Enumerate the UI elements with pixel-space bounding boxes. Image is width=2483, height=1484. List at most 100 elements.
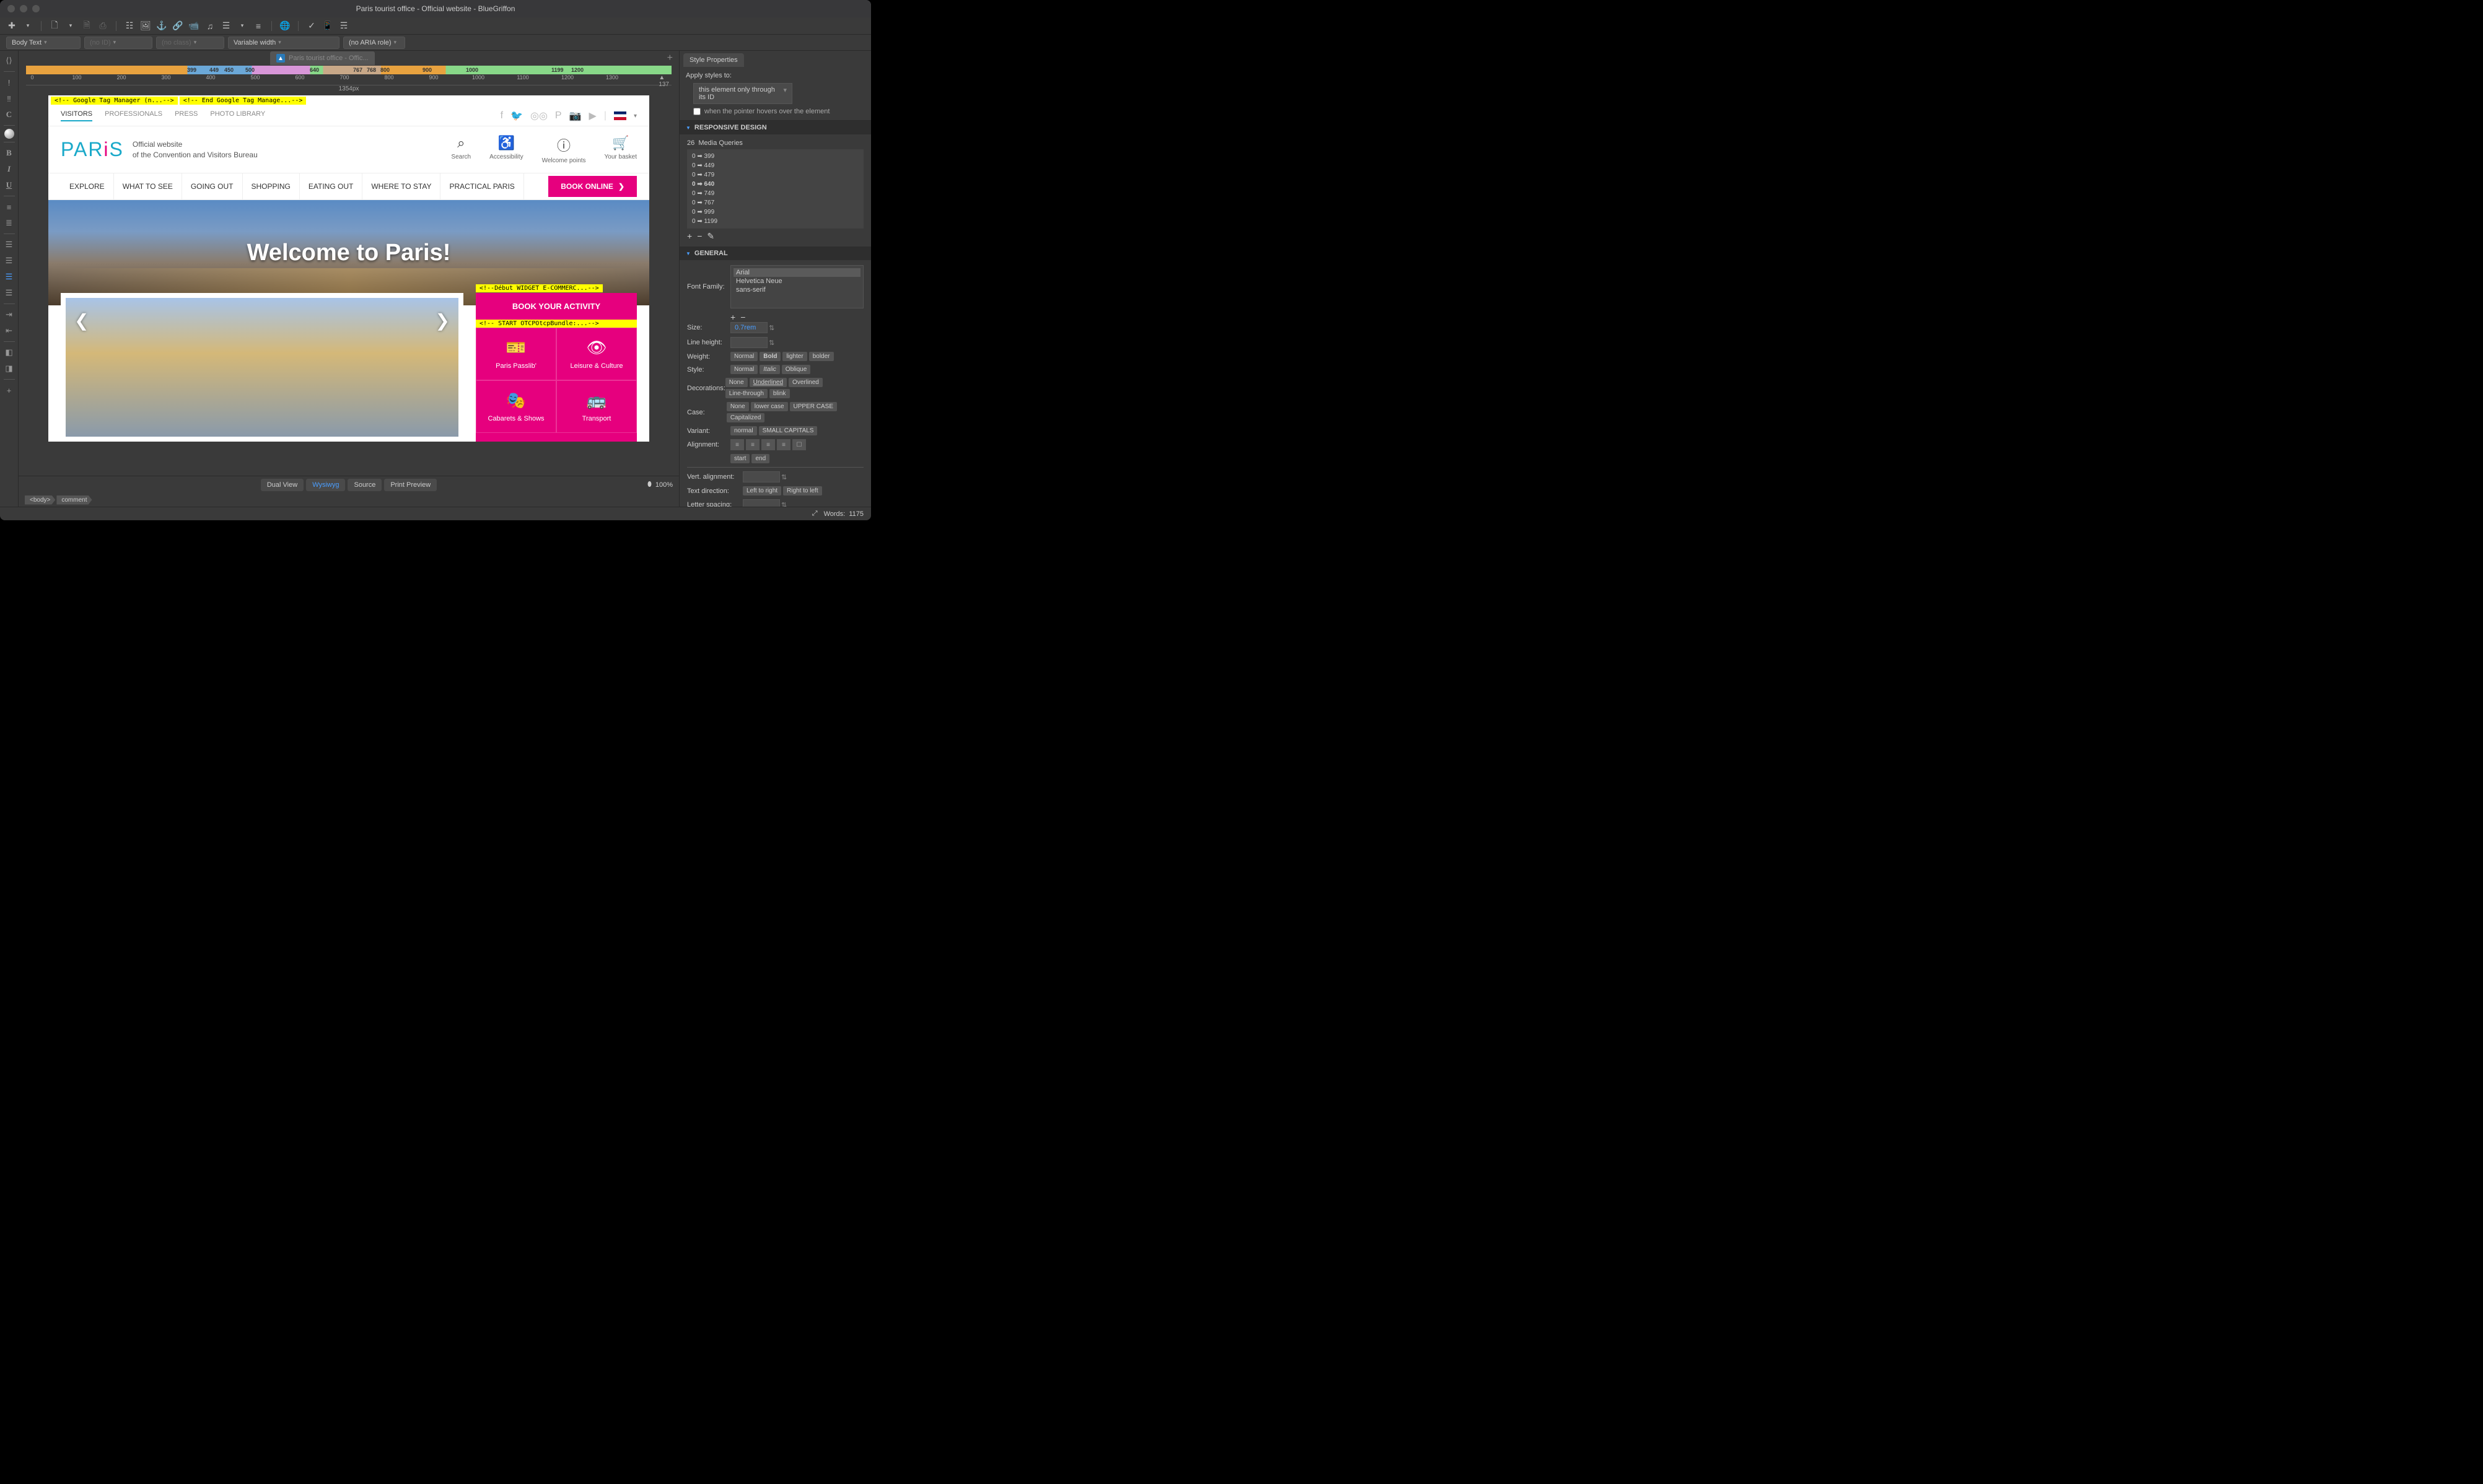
minimize-window[interactable] xyxy=(20,5,27,12)
align-justify-icon[interactable]: ☰ xyxy=(2,286,17,300)
underline-icon[interactable]: U xyxy=(2,178,17,193)
link-icon[interactable]: 🔗 xyxy=(172,20,183,32)
nav-see[interactable]: WHAT TO SEE xyxy=(114,173,182,199)
align-right-button[interactable]: ≡ xyxy=(761,439,775,450)
list-ol-icon[interactable]: ≣ xyxy=(2,216,17,230)
table-icon[interactable]: ☷ xyxy=(124,20,135,32)
image-icon[interactable]: 🖼 xyxy=(140,20,151,32)
breadcrumb-body[interactable]: <body> xyxy=(25,495,55,505)
mq-item[interactable]: 0 ➡ 1199 xyxy=(690,217,861,226)
code-comment[interactable]: <!-- End Google Tag Manage...--> xyxy=(180,97,307,105)
plus-icon[interactable]: + xyxy=(2,383,17,398)
nav-press[interactable]: PRESS xyxy=(175,110,198,121)
new-icon[interactable]: ✚ xyxy=(6,20,17,32)
print-icon[interactable]: ⎙ xyxy=(97,20,108,32)
mq-item[interactable]: 0 ➡ 640 xyxy=(690,180,861,189)
nav-shop[interactable]: SHOPPING xyxy=(243,173,300,199)
align-center-icon[interactable]: ☰ xyxy=(2,253,17,268)
booking-cabarets[interactable]: 🎭Cabarets & Shows xyxy=(476,380,556,433)
nav-professionals[interactable]: PROFESSIONALS xyxy=(105,110,162,121)
nav-photo[interactable]: PHOTO LIBRARY xyxy=(210,110,265,121)
remove-mq-icon[interactable]: − xyxy=(697,231,702,242)
editor-canvas[interactable]: <!-- Google Tag Manager (n...--> <!-- En… xyxy=(19,95,679,476)
breakpoint-ruler[interactable]: 399 449 450 500 640 767 768 800 900 1000… xyxy=(26,66,672,74)
align-right-icon[interactable]: ☰ xyxy=(2,269,17,284)
valign-input[interactable] xyxy=(743,471,780,482)
dt-icon[interactable]: ◨ xyxy=(2,361,17,376)
mq-item[interactable]: 0 ➡ 479 xyxy=(690,170,861,180)
globe-icon[interactable]: 🌐 xyxy=(279,20,291,32)
font-list[interactable]: Arial Helvetica Neue sans-serif xyxy=(730,265,864,308)
document-tab[interactable]: ▲ Paris tourist office - Offic... xyxy=(270,51,375,65)
dropdown-icon[interactable]: ▾ xyxy=(65,20,76,32)
facebook-icon[interactable]: f xyxy=(501,110,503,121)
style-normal[interactable]: Normal xyxy=(730,365,758,374)
lineheight-input[interactable] xyxy=(730,337,768,348)
id-select[interactable]: (no ID) xyxy=(84,37,152,49)
code-comment[interactable]: <!-- START OTCPOtcpBundle:...--> xyxy=(476,320,637,328)
instagram-icon[interactable]: 📷 xyxy=(569,110,582,122)
twitter-icon[interactable]: 🐦 xyxy=(510,110,523,122)
align-justify-button[interactable]: ≡ xyxy=(777,439,790,450)
general-header[interactable]: GENERAL xyxy=(680,247,871,260)
svg-icon[interactable]: ✓ xyxy=(306,20,317,32)
letter-spacing-input[interactable] xyxy=(743,499,780,507)
case-upper[interactable]: UPPER CASE xyxy=(790,402,837,411)
save-icon[interactable]: 🗎 xyxy=(81,20,92,32)
carousel-prev-icon[interactable]: ❮ xyxy=(74,310,89,331)
dl-icon[interactable]: ◧ xyxy=(2,345,17,360)
pause-icon[interactable]: ‼ xyxy=(2,91,17,106)
decor-line-through[interactable]: Line-through xyxy=(725,389,768,398)
photo-carousel[interactable]: ❮ ❯ xyxy=(61,293,463,442)
align-left-button[interactable]: ≡ xyxy=(730,439,744,450)
book-online-button[interactable]: BOOK ONLINE❯ xyxy=(548,176,637,197)
italic-icon[interactable]: I xyxy=(2,162,17,177)
pinterest-icon[interactable]: P xyxy=(555,110,562,121)
add-tab-icon[interactable]: + xyxy=(667,53,673,64)
case-lower[interactable]: lower case xyxy=(751,402,788,411)
breadcrumb-comment[interactable]: comment xyxy=(56,495,92,505)
carousel-next-icon[interactable]: ❯ xyxy=(436,310,450,331)
decor-none[interactable]: None xyxy=(725,378,748,387)
mq-item[interactable]: 0 ➡ 767 xyxy=(690,198,861,207)
dropdown-icon[interactable]: ▾ xyxy=(237,20,248,32)
weight-lighter[interactable]: lighter xyxy=(782,352,807,361)
nav-eat[interactable]: EATING OUT xyxy=(300,173,362,199)
mq-item[interactable]: 0 ➡ 999 xyxy=(690,207,861,217)
add-mq-icon[interactable]: + xyxy=(687,231,692,242)
source-button[interactable]: Source xyxy=(348,479,382,491)
c-icon[interactable]: C xyxy=(2,107,17,122)
mq-item[interactable]: 0 ➡ 449 xyxy=(690,161,861,170)
preview-button[interactable]: Print Preview xyxy=(384,479,437,491)
align-end[interactable]: end xyxy=(751,454,769,463)
decor-blink[interactable]: blink xyxy=(769,389,790,398)
mobile-icon[interactable]: 📱 xyxy=(322,20,333,32)
size-input[interactable] xyxy=(730,322,768,333)
responsive-header[interactable]: RESPONSIVE DESIGN xyxy=(680,121,871,134)
tripadvisor-icon[interactable]: ◎◎ xyxy=(530,110,548,122)
language-flag[interactable] xyxy=(614,111,626,120)
style-italic[interactable]: Italic xyxy=(760,365,780,374)
remove-font-icon[interactable]: − xyxy=(740,312,745,322)
file-icon[interactable]: 🗋 xyxy=(49,20,60,32)
decor-underline[interactable]: Underlined xyxy=(750,378,787,387)
element-select[interactable]: Body Text xyxy=(6,37,81,49)
case-none[interactable]: None xyxy=(727,402,749,411)
color-swatch[interactable] xyxy=(4,129,14,139)
youtube-icon[interactable]: ▶ xyxy=(589,110,597,122)
code-comment[interactable]: <!-- Google Tag Manager (n...--> xyxy=(51,97,178,105)
resize-icon[interactable]: ⤢ xyxy=(812,510,818,518)
nav-explore[interactable]: EXPLORE xyxy=(61,173,114,199)
hr-icon[interactable]: ≡ xyxy=(253,20,264,32)
mq-item[interactable]: 0 ➡ 399 xyxy=(690,152,861,161)
video-icon[interactable]: 📹 xyxy=(188,20,199,32)
zoom-control[interactable]: ⬮100% xyxy=(647,481,673,489)
welcome-action[interactable]: ⓘWelcome points xyxy=(542,135,586,164)
nav-out[interactable]: GOING OUT xyxy=(182,173,243,199)
dir-rtl[interactable]: Right to left xyxy=(783,486,822,495)
paris-logo[interactable]: PARiS xyxy=(61,138,124,161)
booking-leisure[interactable]: 👁Leisure & Culture xyxy=(556,328,637,380)
dual-view-button[interactable]: Dual View xyxy=(261,479,304,491)
nav-stay[interactable]: WHERE TO STAY xyxy=(362,173,440,199)
class-select[interactable]: (no class) xyxy=(156,37,224,49)
